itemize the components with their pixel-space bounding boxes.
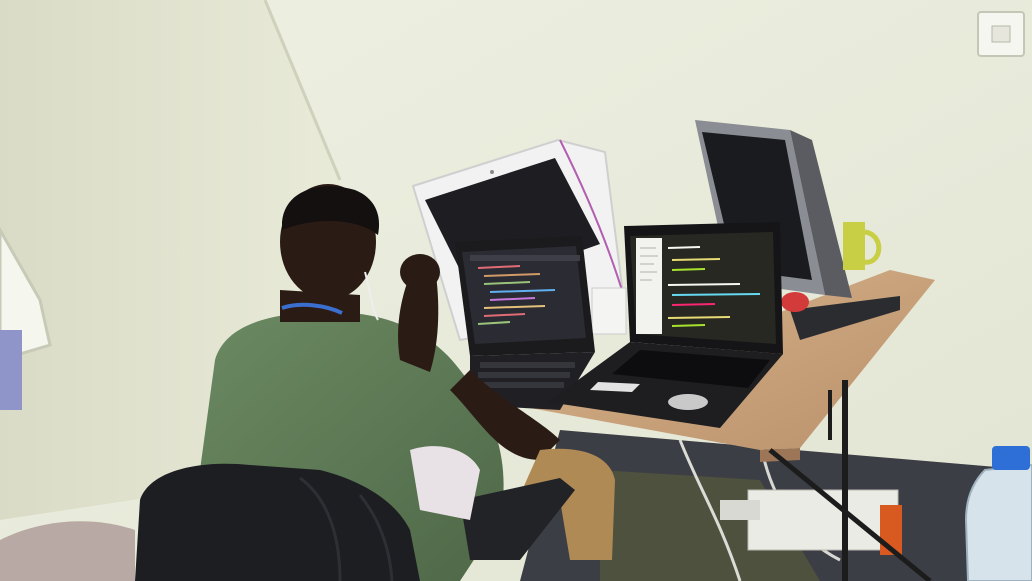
paper-item	[591, 287, 627, 335]
hand	[400, 254, 440, 290]
file-tree-panel	[636, 238, 662, 334]
touchpad	[668, 394, 708, 410]
power-strip	[720, 500, 760, 520]
scene-illustration	[0, 0, 1032, 581]
red-mouse	[781, 292, 809, 312]
router-box	[747, 489, 899, 551]
light-switch-icon	[977, 11, 1025, 57]
photo-scene	[0, 0, 1032, 581]
curtain	[0, 330, 22, 410]
